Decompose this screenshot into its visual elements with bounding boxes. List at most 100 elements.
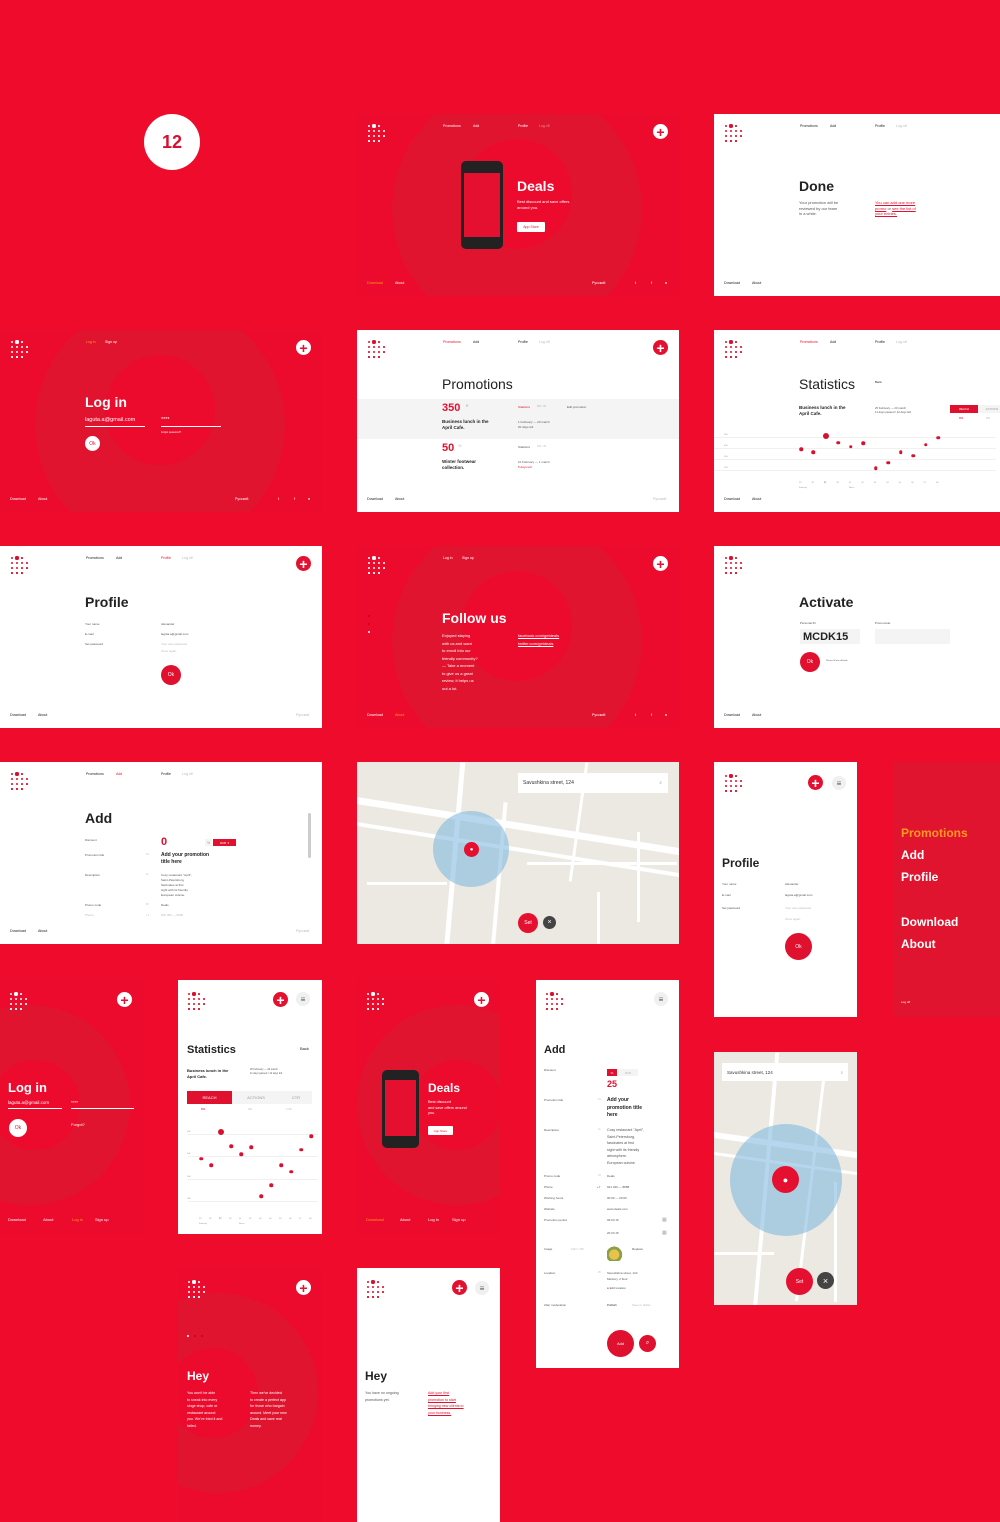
footer-download[interactable]: Download xyxy=(8,1217,26,1222)
chart-point[interactable] xyxy=(259,1194,263,1199)
map-desktop-panel[interactable]: ● Savushkina street, 124 ⌕ Set × xyxy=(357,762,679,944)
footer-signup[interactable]: Sign up xyxy=(95,1217,109,1222)
password-field[interactable]: **** xyxy=(71,1100,134,1109)
nav-profile[interactable]: Profile xyxy=(161,772,171,776)
chart-point[interactable] xyxy=(873,466,878,470)
logo-icon[interactable] xyxy=(10,340,32,360)
nav-logoff[interactable]: Log off xyxy=(182,556,193,560)
chart-point[interactable] xyxy=(199,1156,203,1161)
menu-item-profile[interactable]: Profile xyxy=(901,870,938,884)
calendar-icon[interactable]: ▦ xyxy=(662,1230,667,1236)
nav-promotions[interactable]: Promotions xyxy=(443,340,461,344)
currency-select[interactable]: RUB xyxy=(618,1069,638,1076)
footer-about[interactable]: About xyxy=(752,281,761,285)
search-icon[interactable]: ⌕ xyxy=(659,780,662,786)
promotion-title-field[interactable]: Add your promotion title here xyxy=(161,852,209,866)
promocode-field[interactable] xyxy=(875,629,950,644)
chart-point[interactable] xyxy=(799,447,803,451)
add-first-promotion-link[interactable]: Add your first promotion to start bringi… xyxy=(428,1390,464,1416)
phone-field[interactable]: 000 000 — 0000 xyxy=(161,913,183,917)
chart-point[interactable] xyxy=(923,442,928,447)
vk-icon[interactable]: в xyxy=(308,496,310,501)
footer-download[interactable]: Download xyxy=(10,929,26,933)
tab-reach[interactable]: REACH xyxy=(187,1091,232,1104)
logo-icon[interactable] xyxy=(10,772,32,792)
footer-about[interactable]: About xyxy=(395,281,404,285)
map-mobile-panel[interactable]: ● Savushkina street, 124 ⌕ Set × xyxy=(714,1052,857,1305)
nav-profile[interactable]: Profile xyxy=(875,340,885,344)
description-field[interactable]: Cosy restaurant "April", Saint-Petersbur… xyxy=(161,873,192,898)
tab-actions[interactable]: ACTIONS xyxy=(232,1091,280,1104)
facebook-link[interactable]: facebook.com/getdeals xyxy=(518,632,559,640)
search-icon[interactable]: ⌕ xyxy=(840,1070,843,1075)
nav-add[interactable]: Add xyxy=(830,124,836,128)
preview-search-button[interactable]: ⌕ xyxy=(639,1335,656,1352)
promo-code-field[interactable]: Deals xyxy=(607,1174,615,1178)
ok-button[interactable]: Ok xyxy=(9,1119,27,1137)
facebook-icon[interactable]: f xyxy=(294,496,295,501)
footer-language[interactable]: Русский xyxy=(592,713,605,717)
add-promotion-button[interactable]: + xyxy=(117,992,132,1007)
menu-icon[interactable]: ≡ xyxy=(475,1281,489,1295)
set-location-button[interactable]: Set xyxy=(518,913,538,933)
confirm-password-field[interactable]: Once again xyxy=(161,649,176,653)
back-link[interactable]: Back xyxy=(875,380,882,384)
chart-point[interactable] xyxy=(861,441,866,446)
replace-image-button[interactable]: Replace xyxy=(632,1247,643,1251)
currency-select[interactable]: RUB ▾ xyxy=(213,839,236,846)
nav-add[interactable]: Add xyxy=(116,772,122,776)
tab-ctr[interactable]: CTR xyxy=(280,1091,312,1104)
menu-icon[interactable]: ≡ xyxy=(654,992,668,1006)
add-promotion-button[interactable]: + xyxy=(653,556,668,571)
footer-about[interactable]: About xyxy=(395,713,404,717)
footer-language[interactable]: Русский xyxy=(296,713,309,717)
chart-point[interactable] xyxy=(269,1183,273,1188)
location-field[interactable]: Savushkina street, 124 Merkury, 2 flour xyxy=(607,1271,638,1282)
nav-add[interactable]: Add xyxy=(116,556,122,560)
logo-icon[interactable] xyxy=(724,774,746,794)
scrollbar[interactable] xyxy=(308,813,311,858)
promo-code-field[interactable]: Deals xyxy=(161,903,169,907)
logo-icon[interactable] xyxy=(724,556,746,576)
map-pin-icon[interactable]: ● xyxy=(464,842,479,857)
phone-field[interactable]: 921 320 — 8888 xyxy=(607,1185,629,1189)
footer-about[interactable]: About xyxy=(38,713,47,717)
logo-icon[interactable] xyxy=(9,992,31,1012)
chart-point[interactable] xyxy=(822,432,829,439)
footer-about[interactable]: About xyxy=(752,497,761,501)
period-start-field[interactable]: 09.03.15 xyxy=(607,1218,619,1222)
nav-profile[interactable]: Profile xyxy=(518,340,528,344)
publish-option[interactable]: Publish xyxy=(607,1303,617,1307)
footer-about[interactable]: About xyxy=(43,1217,53,1222)
chart-point[interactable] xyxy=(289,1170,293,1174)
menu-icon[interactable]: ≡ xyxy=(832,776,846,790)
app-store-button[interactable]: App Store xyxy=(517,222,545,232)
chart-point[interactable] xyxy=(239,1152,243,1156)
add-button[interactable]: Add xyxy=(607,1330,634,1357)
ok-button[interactable]: Ok xyxy=(785,933,812,960)
footer-download[interactable]: Download xyxy=(724,497,740,501)
discount-field[interactable]: 0 xyxy=(161,836,167,848)
footer-language[interactable]: Русский xyxy=(592,281,605,285)
footer-language[interactable]: Русский xyxy=(653,497,666,501)
chart-point[interactable] xyxy=(309,1134,313,1139)
nav-logoff[interactable]: Log off xyxy=(539,124,550,128)
menu-item-add[interactable]: Add xyxy=(901,848,924,862)
promo-link[interactable]: promo xyxy=(875,206,886,211)
back-link[interactable]: Back xyxy=(300,1046,309,1051)
logo-icon[interactable] xyxy=(724,124,746,144)
chart-point[interactable] xyxy=(218,1128,224,1135)
ok-button[interactable]: Ok xyxy=(161,665,181,685)
footer-login[interactable]: Log in xyxy=(72,1217,83,1222)
footer-download[interactable]: Download xyxy=(367,713,383,717)
email-field[interactable]: laguta.a@gmail.com xyxy=(785,893,812,897)
nav-logoff[interactable]: Log off xyxy=(539,340,550,344)
logo-icon[interactable] xyxy=(366,1280,388,1300)
chart-point[interactable] xyxy=(886,460,890,465)
working-hours-field[interactable]: 00:00 — 00:00 xyxy=(607,1196,627,1200)
entries-link[interactable]: see the list of xyxy=(892,206,916,211)
nav-logoff[interactable]: Log off xyxy=(182,772,193,776)
twitter-icon[interactable]: t xyxy=(635,280,636,285)
edit-promotion-link[interactable]: Edit promotion xyxy=(567,405,586,409)
forgot-password-link[interactable]: Forgot password? xyxy=(161,431,181,434)
